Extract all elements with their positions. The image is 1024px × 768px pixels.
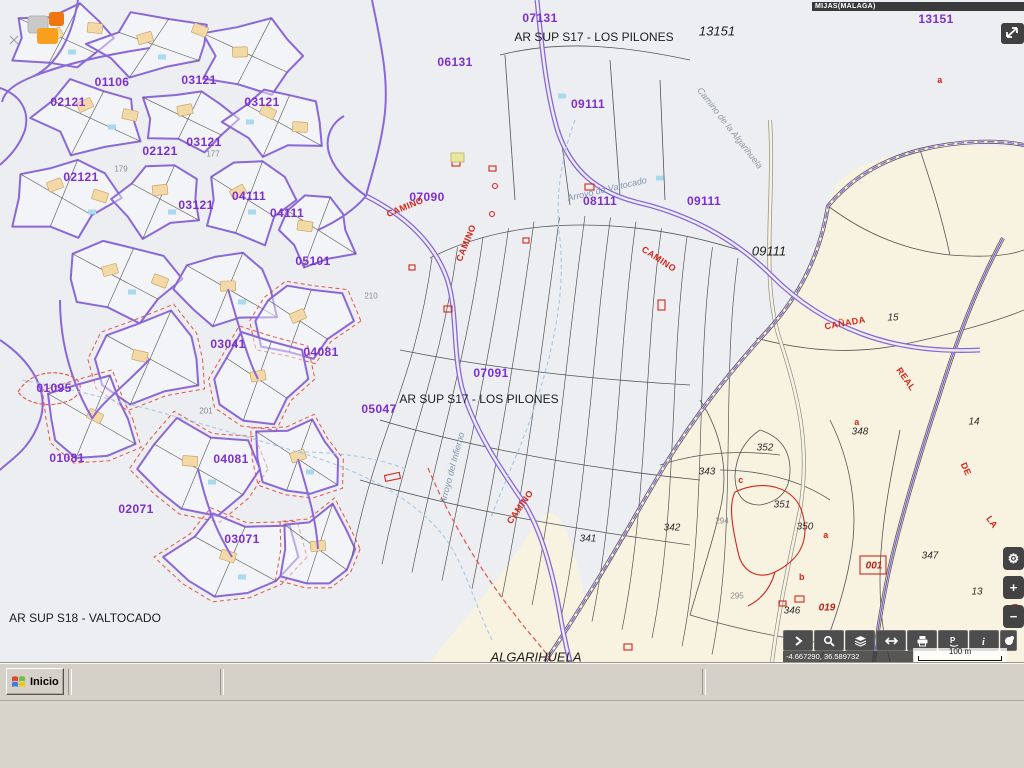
divider <box>68 669 72 695</box>
scale-bracket <box>918 656 1002 661</box>
scale-bar: 100 m <box>913 648 1007 662</box>
map-viewport[interactable]: 0713106131091110110603121021210312103121… <box>0 0 1024 662</box>
taskbar: Inicio ▶ C✓✉◆✿●CB↻✕ 18:13 01/08/2 <box>0 662 1024 701</box>
magnifier-icon <box>823 635 835 647</box>
settings-button[interactable]: ⚙ <box>1003 547 1024 570</box>
svg-text:i: i <box>982 637 985 647</box>
chevron-right-icon <box>792 635 804 647</box>
svg-text:P: P <box>950 636 956 645</box>
divider <box>220 669 224 695</box>
map-canvas <box>0 0 1024 662</box>
layers-icon <box>854 635 867 647</box>
horizontal-arrows-icon <box>885 635 898 647</box>
collapse-panel-button[interactable] <box>783 630 813 651</box>
zoom-out-button[interactable]: − <box>1003 605 1024 628</box>
windows-logo-icon <box>11 675 27 689</box>
diagonal-arrows-icon <box>1004 25 1021 40</box>
info-icon: i <box>978 635 990 647</box>
scale-label: 100 m <box>913 648 1007 656</box>
screen: 0713106131091110110603121021210312103121… <box>0 0 1024 768</box>
zoom-search-button[interactable] <box>814 630 844 651</box>
start-label: Inicio <box>30 676 59 688</box>
layers-button[interactable] <box>845 630 875 651</box>
divider <box>702 669 706 695</box>
zoom-in-button[interactable]: + <box>1003 576 1024 599</box>
printer-icon <box>916 635 929 647</box>
fullscreen-button[interactable] <box>1001 23 1024 44</box>
map-zoom-controls: ⚙ + − <box>1003 547 1024 634</box>
window-title-bar: MIJAS(MALAGA) <box>812 2 1024 11</box>
measure-button[interactable] <box>876 630 906 651</box>
desktop-area <box>0 700 1024 768</box>
pin-p-icon: P <box>947 635 960 647</box>
coordinates-readout: -4.667290, 36.589732 <box>783 651 914 662</box>
hand-icon <box>1003 635 1015 647</box>
start-button[interactable]: Inicio <box>6 668 64 695</box>
